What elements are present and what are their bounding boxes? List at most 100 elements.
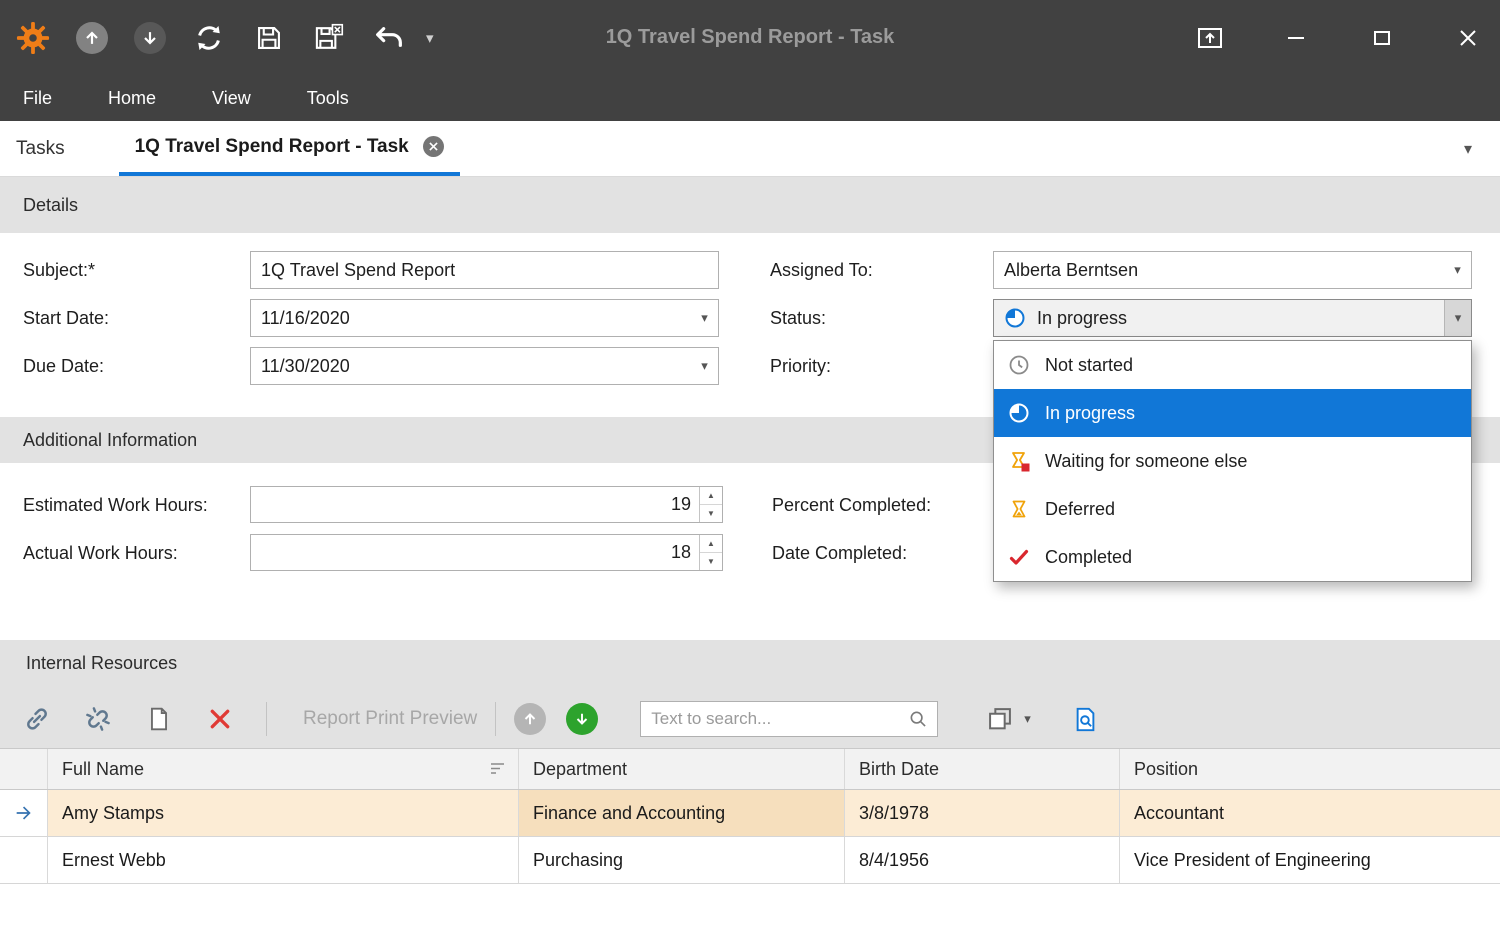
maximize-icon[interactable] <box>1366 22 1398 54</box>
save-and-close-icon[interactable] <box>312 21 346 55</box>
export-button[interactable]: ▾ <box>986 705 1031 733</box>
tab-travel-spend-report-label: 1Q Travel Spend Report - Task <box>135 136 409 158</box>
status-option-completed[interactable]: Completed <box>994 533 1471 581</box>
refresh-icon[interactable] <box>192 21 226 55</box>
due-date-field[interactable]: 11/30/2020 ▾ <box>250 347 719 385</box>
subject-field[interactable] <box>250 251 719 289</box>
cell-birth-date[interactable]: 8/4/1956 <box>845 837 1120 883</box>
tab-close-icon[interactable] <box>423 136 444 157</box>
cell-birth-date[interactable]: 3/8/1978 <box>845 790 1120 836</box>
column-header-birth-date[interactable]: Birth Date <box>845 749 1120 789</box>
cell-value: Ernest Webb <box>62 850 166 871</box>
status-option-waiting[interactable]: Waiting for someone else <box>994 437 1471 485</box>
search-input[interactable] <box>641 709 908 729</box>
assigned-to-value: Alberta Berntsen <box>994 252 1444 288</box>
cell-full-name[interactable]: Amy Stamps <box>48 790 519 836</box>
cell-full-name[interactable]: Ernest Webb <box>48 837 519 883</box>
menu-item-home[interactable]: Home <box>108 88 156 109</box>
hourglass-icon <box>1006 496 1032 522</box>
print-preview-icon[interactable] <box>1071 704 1101 734</box>
due-date-dropdown-icon[interactable]: ▾ <box>691 348 718 384</box>
grid-row-ernest-webb[interactable]: Ernest Webb Purchasing 8/4/1956 Vice Pre… <box>0 837 1500 884</box>
spin-down-icon[interactable]: ▼ <box>700 505 722 522</box>
cell-department[interactable]: Purchasing <box>519 837 845 883</box>
assigned-to-field[interactable]: Alberta Berntsen ▾ <box>993 251 1472 289</box>
estimated-work-hours-field[interactable]: 19 ▲▼ <box>250 486 723 523</box>
delete-icon[interactable] <box>205 704 235 734</box>
cell-value: Accountant <box>1134 803 1224 824</box>
estimated-work-hours-spinner[interactable]: ▲▼ <box>699 487 722 522</box>
move-down-circle-icon[interactable] <box>134 22 166 54</box>
tab-tasks-label: Tasks <box>16 138 65 160</box>
save-icon[interactable] <box>252 21 286 55</box>
clock-outline-icon <box>1006 352 1032 378</box>
report-print-preview-button[interactable]: Report Print Preview <box>303 708 477 730</box>
move-row-down-icon[interactable] <box>566 703 598 735</box>
undo-icon[interactable] <box>372 21 406 55</box>
tab-list-chevron-icon[interactable]: ▾ <box>1464 121 1472 177</box>
status-option-in-progress[interactable]: In progress <box>994 389 1471 437</box>
titlebar: ▾ 1Q Travel Spend Report - Task <box>0 0 1500 75</box>
status-option-label: In progress <box>1045 403 1135 424</box>
start-date-field[interactable]: 11/16/2020 ▾ <box>250 299 719 337</box>
resources-grid: Full Name Department Birth Date Position… <box>0 748 1500 884</box>
spin-up-icon[interactable]: ▲ <box>700 535 722 553</box>
status-option-deferred[interactable]: Deferred <box>994 485 1471 533</box>
tab-tasks[interactable]: Tasks <box>0 121 81 176</box>
chevron-down-icon[interactable]: ▾ <box>426 29 434 47</box>
window-controls <box>1194 0 1484 75</box>
actual-work-hours-field[interactable]: 18 ▲▼ <box>250 534 723 571</box>
column-header-department[interactable]: Department <box>519 749 845 789</box>
search-field[interactable] <box>640 701 938 737</box>
minimize-icon[interactable] <box>1280 22 1312 54</box>
internal-resources-section: Internal Resources <box>0 640 1500 748</box>
percent-completed-label: Percent Completed: <box>772 495 931 516</box>
status-field[interactable]: In progress ▾ <box>993 299 1472 337</box>
assigned-to-dropdown-icon[interactable]: ▾ <box>1444 252 1471 288</box>
search-icon[interactable] <box>908 709 937 729</box>
menu-bar: File Home View Tools <box>0 75 1500 121</box>
estimated-work-hours-value: 19 <box>251 487 699 522</box>
spin-up-icon[interactable]: ▲ <box>700 487 722 505</box>
menu-item-view[interactable]: View <box>212 88 251 109</box>
status-dropdown-icon[interactable]: ▾ <box>1444 300 1471 336</box>
estimated-work-hours-label: Estimated Work Hours: <box>23 495 208 516</box>
assigned-to-label: Assigned To: <box>770 260 873 281</box>
move-row-up-icon[interactable] <box>514 703 546 735</box>
priority-label: Priority: <box>770 356 831 377</box>
new-document-icon[interactable] <box>144 704 174 734</box>
subject-input[interactable] <box>251 252 718 288</box>
cell-position[interactable]: Vice President of Engineering <box>1120 837 1500 883</box>
status-option-not-started[interactable]: Not started <box>994 341 1471 389</box>
due-date-label: Due Date: <box>23 356 104 377</box>
tab-travel-spend-report[interactable]: 1Q Travel Spend Report - Task <box>119 121 460 176</box>
spin-down-icon[interactable]: ▼ <box>700 553 722 570</box>
unlink-icon[interactable] <box>83 704 113 734</box>
start-date-dropdown-icon[interactable]: ▾ <box>691 300 718 336</box>
actual-work-hours-value: 18 <box>251 535 699 570</box>
column-header-position[interactable]: Position <box>1120 749 1500 789</box>
move-up-circle-icon[interactable] <box>76 22 108 54</box>
menu-item-file[interactable]: File <box>23 88 52 109</box>
grid-row-amy-stamps[interactable]: Amy Stamps Finance and Accounting 3/8/19… <box>0 790 1500 837</box>
status-dropdown-list: Not started In progress Waiting for some… <box>993 340 1472 582</box>
section-header-details: Details <box>0 177 1500 233</box>
grid-indicator-header <box>0 749 48 789</box>
row-indicator <box>0 837 48 883</box>
popup-window-icon[interactable] <box>1194 22 1226 54</box>
cell-position[interactable]: Accountant <box>1120 790 1500 836</box>
clock-progress-icon <box>994 300 1027 336</box>
column-header-label: Position <box>1134 759 1198 780</box>
quick-access-toolbar: ▾ <box>16 0 434 75</box>
resources-toolbar: Report Print Preview ▾ <box>0 690 1500 748</box>
chevron-down-icon[interactable]: ▾ <box>1024 711 1031 727</box>
close-icon[interactable] <box>1452 22 1484 54</box>
focused-row-arrow-icon <box>0 790 48 836</box>
column-header-full-name[interactable]: Full Name <box>48 749 519 789</box>
cell-value: 8/4/1956 <box>859 850 929 871</box>
gear-icon <box>16 21 50 55</box>
link-icon[interactable] <box>22 704 52 734</box>
menu-item-tools[interactable]: Tools <box>307 88 349 109</box>
cell-department[interactable]: Finance and Accounting <box>519 790 845 836</box>
actual-work-hours-spinner[interactable]: ▲▼ <box>699 535 722 570</box>
